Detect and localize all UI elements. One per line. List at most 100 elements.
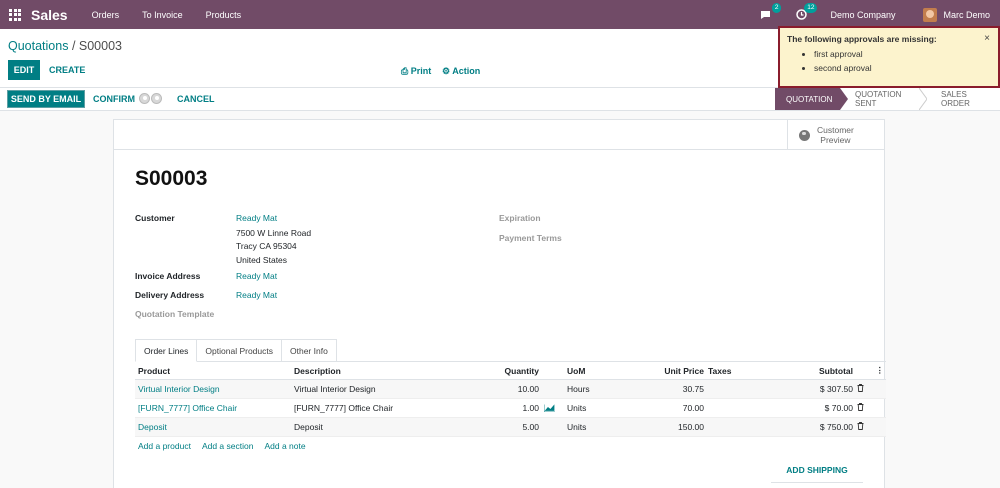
breadcrumb: Quotations / S00003 (8, 39, 122, 53)
row-unit-price: 30.75 (682, 384, 704, 394)
user-menu[interactable]: Marc Demo (923, 7, 990, 22)
customer-address-line: United States (236, 255, 288, 265)
missing-approvals-list: first approval second aproval (814, 49, 991, 73)
customer-link[interactable]: Ready Mat (236, 213, 277, 223)
header-uom[interactable]: UoM (567, 366, 585, 376)
row-unit-price: 70.00 (682, 403, 704, 413)
app-name[interactable]: Sales (31, 7, 68, 23)
row-unit-price: 150.00 (678, 422, 704, 432)
print-icon: ⎙ (401, 66, 409, 76)
stage-quotation-sent[interactable]: QUOTATION SENT (840, 88, 927, 110)
send-by-email-button[interactable]: SEND BY EMAIL (7, 90, 85, 108)
add-note-link[interactable]: Add a note (264, 441, 305, 451)
row-description: Virtual Interior Design (294, 384, 376, 394)
invoice-address-link[interactable]: Ready Mat (236, 271, 277, 281)
row-uom: Units (567, 422, 587, 432)
cancel-button[interactable]: CANCEL (177, 94, 215, 104)
activities-icon[interactable]: 12 (794, 2, 818, 22)
menu-to-invoice[interactable]: To Invoice (142, 10, 183, 20)
stage-pipeline: QUOTATION QUOTATION SENT SALES ORDER (775, 88, 1000, 110)
header-unit-price[interactable]: Unit Price (664, 366, 704, 376)
list-item: second aproval (814, 63, 991, 73)
create-button[interactable]: CREATE (49, 65, 85, 75)
expiration-label: Expiration (499, 213, 541, 223)
row-quantity: 5.00 (522, 422, 539, 432)
notification-title: The following approvals are missing: (787, 34, 937, 44)
add-product-link[interactable]: Add a product (138, 441, 191, 451)
header-description[interactable]: Description (294, 366, 341, 376)
gear-icon: ⚙ (442, 66, 451, 76)
messages-badge: 2 (771, 2, 782, 13)
tab-other-info[interactable]: Other Info (281, 339, 337, 362)
customer-address-line: Tracy CA 95304 (236, 241, 297, 251)
preview-label: Preview (820, 135, 851, 145)
delivery-address-label: Delivery Address (135, 290, 205, 300)
invoice-address-label: Invoice Address (135, 271, 201, 281)
row-uom: Hours (567, 384, 590, 394)
button-box: Customer Preview (114, 120, 884, 150)
trash-icon[interactable] (857, 403, 864, 413)
row-description: [FURN_7777] Office Chair (294, 403, 394, 413)
add-shipping-button[interactable]: ADD SHIPPING (771, 458, 863, 483)
approval-notification: The following approvals are missing: × f… (778, 26, 1000, 88)
user-name: Marc Demo (943, 9, 990, 20)
add-section-link[interactable]: Add a section (202, 441, 254, 451)
trash-icon[interactable] (857, 384, 864, 394)
quotation-template-label: Quotation Template (135, 309, 215, 319)
add-line-links: Add a product Add a section Add a note (138, 441, 317, 451)
header-subtotal[interactable]: Subtotal (819, 366, 853, 376)
row-product[interactable]: Deposit (138, 422, 167, 432)
approver-avatar-icon[interactable] (151, 93, 162, 104)
optional-columns-icon[interactable]: ⋮ (876, 365, 885, 376)
confirm-button[interactable]: CONFIRM (93, 94, 135, 104)
stage-quotation[interactable]: QUOTATION (775, 88, 848, 110)
row-product[interactable]: Virtual Interior Design (138, 384, 220, 394)
table-header: Product Description Quantity UoM Unit Pr… (135, 362, 886, 380)
page-title: S00003 (135, 167, 208, 190)
breadcrumb-current: S00003 (78, 39, 122, 53)
table-row[interactable]: Virtual Interior Design Virtual Interior… (135, 380, 886, 399)
edit-button[interactable]: EDIT (8, 60, 40, 80)
tab-order-lines[interactable]: Order Lines (135, 339, 198, 362)
row-quantity: 1.00 (522, 403, 539, 413)
company-switcher[interactable]: Demo Company (830, 10, 895, 20)
form-sheet: Customer Preview S00003 Customer Ready M… (113, 119, 886, 488)
row-quantity: 10.00 (517, 384, 539, 394)
action-button[interactable]: ⚙ Action (442, 66, 480, 77)
notebook-tabs: Order Lines Optional Products Other Info (135, 339, 337, 362)
menu-products[interactable]: Products (206, 10, 242, 20)
payment-terms-label: Payment Terms (499, 233, 562, 243)
top-navbar: Sales Orders To Invoice Products 2 12 De… (0, 0, 1000, 29)
header-taxes[interactable]: Taxes (708, 366, 731, 376)
customer-preview-button[interactable]: Customer Preview (787, 120, 884, 150)
activities-badge: 12 (804, 2, 818, 13)
menu-orders[interactable]: Orders (92, 10, 120, 20)
status-bar: SEND BY EMAIL CONFIRM CANCEL QUOTATION Q… (0, 88, 1000, 111)
customer-address-line: 7500 W Linne Road (236, 228, 312, 238)
table-row[interactable]: Deposit Deposit 5.00 Units 150.00 $ 750.… (135, 418, 886, 437)
close-icon[interactable]: × (984, 33, 990, 44)
messages-icon[interactable]: 2 (758, 2, 782, 22)
table-row[interactable]: [FURN_7777] Office Chair [FURN_7777] Off… (135, 399, 886, 418)
stage-sales-order[interactable]: SALES ORDER (926, 88, 1000, 110)
breadcrumb-separator: / (68, 39, 79, 53)
stage-label: QUOTATION SENT (855, 90, 902, 108)
header-quantity[interactable]: Quantity (505, 366, 539, 376)
header-product[interactable]: Product (138, 366, 170, 376)
action-label: Action (452, 66, 481, 76)
tab-optional-products[interactable]: Optional Products (196, 339, 282, 362)
stage-label: QUOTATION (786, 94, 833, 104)
trash-icon[interactable] (857, 422, 864, 432)
forecast-chart-icon[interactable] (544, 404, 555, 412)
approvers (139, 93, 163, 104)
delivery-address-link[interactable]: Ready Mat (236, 290, 277, 300)
print-label: Print (410, 66, 432, 76)
customer-label: Customer (135, 213, 175, 223)
row-product[interactable]: [FURN_7777] Office Chair (138, 403, 237, 413)
apps-menu-icon[interactable] (9, 8, 21, 21)
breadcrumb-quotations[interactable]: Quotations (8, 39, 68, 53)
print-button[interactable]: ⎙ Print (401, 66, 431, 77)
row-subtotal: $ 307.50 (819, 384, 853, 394)
row-subtotal: $ 750.00 (819, 422, 853, 432)
approver-avatar-icon[interactable] (139, 93, 150, 104)
